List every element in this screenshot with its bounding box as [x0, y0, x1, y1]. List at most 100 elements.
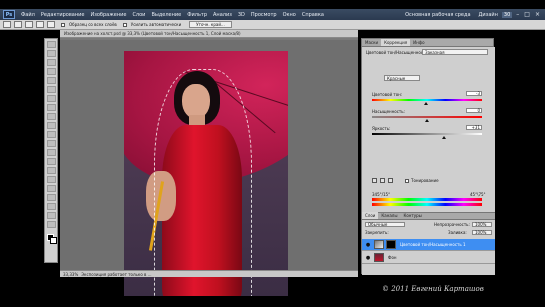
- menu-layer[interactable]: Слои: [132, 12, 145, 18]
- opacity-label: Непрозрачность:: [434, 222, 470, 227]
- crop-tool-icon[interactable]: [46, 77, 56, 84]
- color-range-bar-bottom: [372, 203, 482, 206]
- fill-field[interactable]: 100%: [472, 230, 492, 235]
- hue-slider-track[interactable]: [372, 99, 482, 101]
- document-window: Изображение на холст.psd @ 33,3% (Цветов…: [60, 30, 358, 296]
- healing-brush-tool-icon[interactable]: [46, 95, 56, 102]
- tab-adjustments[interactable]: Коррекция: [381, 39, 411, 46]
- menu-file[interactable]: Файл: [21, 12, 35, 18]
- menu-select[interactable]: Выделение: [151, 12, 181, 18]
- photoshop-logo-icon: Ps: [3, 10, 15, 19]
- eyedropper-minus-icon[interactable]: [388, 178, 393, 183]
- minimize-icon[interactable]: –: [516, 11, 519, 18]
- menu-view[interactable]: Просмотр: [251, 12, 277, 18]
- maximize-icon[interactable]: □: [524, 11, 530, 18]
- tools-panel: [44, 38, 58, 263]
- layer-row-background[interactable]: ● Фон: [362, 252, 495, 264]
- color-range-bar-top[interactable]: [372, 198, 482, 201]
- channel-select[interactable]: Красные: [384, 75, 420, 81]
- eyedropper-plus-icon[interactable]: [380, 178, 385, 183]
- layers-panel: Слои Каналы Контуры Обычные Непрозрачнос…: [362, 212, 495, 275]
- tab-channels[interactable]: Каналы: [378, 212, 400, 219]
- brush-size-icon[interactable]: [47, 21, 55, 28]
- menu-bar: Ps Файл Редактирование Изображение Слои …: [0, 9, 545, 20]
- canvas-area[interactable]: [60, 40, 358, 296]
- hue-saturation-panel: Цветовой тон/Насыщенность Заказная Красн…: [362, 47, 495, 212]
- sample-all-layers-checkbox[interactable]: [61, 22, 65, 27]
- photo-woman-red-umbrella: [124, 51, 288, 296]
- layer-row-hue-saturation[interactable]: ● Цветовой тон/Насыщенность 1: [362, 239, 495, 251]
- menu-help[interactable]: Справка: [302, 12, 324, 18]
- path-selection-tool-icon[interactable]: [46, 185, 56, 192]
- clone-stamp-tool-icon[interactable]: [46, 113, 56, 120]
- layer-name: Цветовой тон/Насыщенность 1: [400, 242, 466, 247]
- hue-value-field[interactable]: -3: [466, 91, 482, 96]
- 3d-rotate-tool-icon[interactable]: [46, 203, 56, 210]
- opacity-field[interactable]: 100%: [472, 222, 492, 227]
- menu-edit[interactable]: Редактирование: [41, 12, 85, 18]
- tab-paths[interactable]: Контуры: [400, 212, 424, 219]
- colorize-label: Тонирование: [411, 178, 439, 183]
- gradient-tool-icon[interactable]: [46, 140, 56, 147]
- watermark-text: © 2011 Евгений Карташов: [382, 285, 484, 293]
- new-selection-icon[interactable]: [14, 21, 22, 28]
- quick-selection-tool-icon[interactable]: [46, 68, 56, 75]
- background-color-swatch[interactable]: [50, 237, 57, 244]
- blend-mode-select[interactable]: Обычные: [365, 222, 405, 227]
- pen-tool-icon[interactable]: [46, 167, 56, 174]
- menu-window[interactable]: Окно: [283, 12, 296, 18]
- type-tool-icon[interactable]: [46, 176, 56, 183]
- add-to-selection-icon[interactable]: [25, 21, 33, 28]
- zoom-tool-icon[interactable]: [46, 221, 56, 228]
- saturation-slider-knob[interactable]: [425, 119, 429, 122]
- workspace-design-link[interactable]: Дизайн: [479, 12, 498, 18]
- cs-live-badge[interactable]: 30: [501, 11, 513, 18]
- close-icon[interactable]: ×: [535, 11, 540, 18]
- tab-layers[interactable]: Слои: [362, 212, 379, 219]
- lasso-tool-icon[interactable]: [46, 59, 56, 66]
- eraser-tool-icon[interactable]: [46, 131, 56, 138]
- tab-masks[interactable]: Маски: [362, 39, 381, 46]
- status-zoom[interactable]: 33,33%: [63, 272, 78, 277]
- brush-tool-icon[interactable]: [46, 104, 56, 111]
- eye-icon[interactable]: ●: [365, 242, 371, 248]
- hue-slider-knob[interactable]: [423, 102, 428, 105]
- shape-tool-icon[interactable]: [46, 194, 56, 201]
- lightness-slider-knob[interactable]: [441, 136, 446, 139]
- menu-analysis[interactable]: Анализ: [213, 12, 232, 18]
- fill-label: Заливка:: [448, 230, 467, 235]
- eye-icon[interactable]: ●: [365, 255, 371, 261]
- range-left-label: 345°/15°: [372, 192, 391, 197]
- menu-3d[interactable]: 3D: [238, 12, 245, 18]
- dodge-tool-icon[interactable]: [46, 158, 56, 165]
- auto-enhance-checkbox[interactable]: [122, 22, 127, 27]
- lightness-slider-track[interactable]: [372, 133, 482, 135]
- eyedropper-tool-icon[interactable]: [46, 86, 56, 93]
- document-tab[interactable]: Изображение на холст.psd @ 33,3% (Цветов…: [60, 30, 358, 38]
- subtract-selection-icon[interactable]: [36, 21, 44, 28]
- menu-filter[interactable]: Фильтр: [187, 12, 207, 18]
- background-layer-thumbnail: [374, 253, 384, 262]
- eyedropper-icon[interactable]: [372, 178, 377, 183]
- saturation-value-field[interactable]: 0: [466, 108, 482, 113]
- colorize-checkbox[interactable]: [405, 179, 409, 183]
- move-tool-icon[interactable]: [46, 41, 56, 48]
- marquee-tool-icon[interactable]: [46, 50, 56, 57]
- quick-selection-tool-icon[interactable]: [3, 21, 11, 28]
- saturation-slider-track[interactable]: [372, 116, 482, 118]
- tab-info[interactable]: Инфо: [410, 39, 427, 46]
- menu-image[interactable]: Изображение: [90, 12, 126, 18]
- adjustment-layer-thumbnail: [374, 240, 384, 249]
- lock-label: Закрепить:: [365, 230, 389, 235]
- letterbox-top: [0, 0, 545, 9]
- right-panels: Маски Коррекция Инфо Цветовой тон/Насыще…: [361, 38, 495, 275]
- preset-select[interactable]: Заказная: [422, 49, 488, 55]
- refine-edge-button[interactable]: Уточн. край...: [189, 21, 232, 28]
- layer-mask-thumbnail[interactable]: [386, 240, 396, 249]
- hand-tool-icon[interactable]: [46, 212, 56, 219]
- lightness-value-field[interactable]: +31: [466, 125, 482, 130]
- history-brush-tool-icon[interactable]: [46, 122, 56, 129]
- workspace-switcher[interactable]: Основная рабочая среда: [405, 12, 470, 18]
- adjustments-panel-tabs: Маски Коррекция Инфо: [362, 39, 493, 47]
- blur-tool-icon[interactable]: [46, 149, 56, 156]
